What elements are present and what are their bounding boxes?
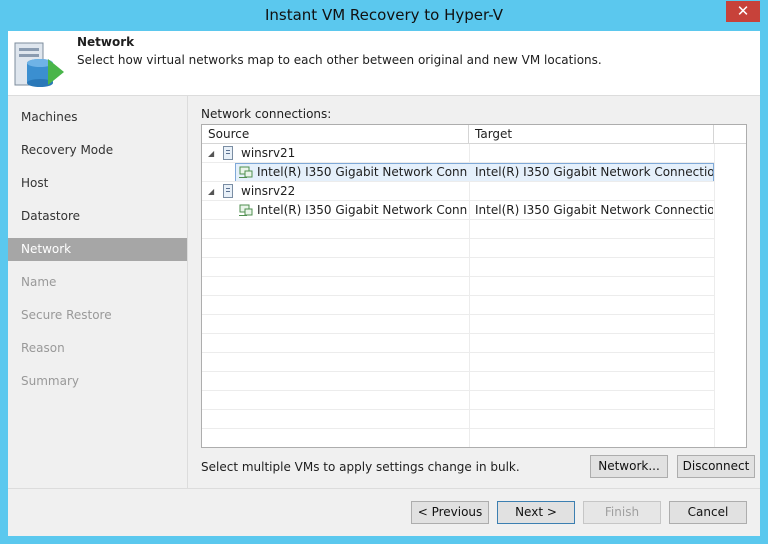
empty-row xyxy=(202,353,714,372)
network-adapter-icon xyxy=(239,204,253,216)
step-reason: Reason xyxy=(21,341,65,355)
empty-row xyxy=(202,372,714,391)
vm-row[interactable]: ◢ winsrv22 xyxy=(202,182,714,201)
triangle-down-icon[interactable]: ◢ xyxy=(208,144,214,163)
bulk-hint: Select multiple VMs to apply settings ch… xyxy=(201,460,520,474)
grid-body: ◢ winsrv21 Intel(R) I350 Gigabit Network… xyxy=(202,144,746,447)
adapter-row[interactable]: Intel(R) I350 Gigabit Network Connect...… xyxy=(202,201,714,220)
disconnect-button[interactable]: Disconnect xyxy=(677,455,755,478)
step-summary: Summary xyxy=(21,374,79,388)
network-connections-grid[interactable]: Source Target ◢ winsrv21 Intel(R) I350 G… xyxy=(201,124,747,448)
empty-row xyxy=(202,429,714,447)
adapter-row[interactable]: Intel(R) I350 Gigabit Network Connect...… xyxy=(202,163,714,182)
dialog-client: Network Select how virtual networks map … xyxy=(8,31,760,536)
empty-row xyxy=(202,296,714,315)
wizard-steps: Machines Recovery Mode Host Datastore Ne… xyxy=(8,96,188,488)
close-icon: ✕ xyxy=(736,2,750,20)
step-host[interactable]: Host xyxy=(8,172,187,195)
window-title: Instant VM Recovery to Hyper-V xyxy=(264,6,503,24)
network-adapter-icon xyxy=(239,166,253,178)
step-datastore[interactable]: Datastore xyxy=(8,205,187,228)
adapter-source: Intel(R) I350 Gigabit Network Connect... xyxy=(257,203,467,217)
adapter-target: Intel(R) I350 Gigabit Network Connection… xyxy=(475,165,713,179)
database-restore-icon xyxy=(14,42,64,87)
step-name: Name xyxy=(21,275,57,289)
cancel-button[interactable]: Cancel xyxy=(669,501,747,524)
empty-row xyxy=(202,220,714,239)
column-header-source[interactable]: Source xyxy=(202,125,469,144)
empty-row xyxy=(202,391,714,410)
triangle-down-icon[interactable]: ◢ xyxy=(208,182,214,201)
adapter-source: Intel(R) I350 Gigabit Network Connect... xyxy=(257,165,467,179)
vm-name: winsrv22 xyxy=(241,184,296,198)
network-page: Network connections: Source Target ◢ win… xyxy=(188,96,760,488)
step-secure-restore: Secure Restore xyxy=(21,308,112,322)
header-description: Select how virtual networks map to each … xyxy=(77,53,602,67)
dialog-window: Instant VM Recovery to Hyper-V ✕ Network… xyxy=(0,0,768,544)
header-title: Network xyxy=(77,35,135,49)
server-icon xyxy=(223,184,233,198)
network-button[interactable]: Network... xyxy=(590,455,668,478)
server-icon xyxy=(223,146,233,160)
next-button[interactable]: Next > xyxy=(497,501,575,524)
step-recovery-mode[interactable]: Recovery Mode xyxy=(8,139,187,162)
previous-button[interactable]: < Previous xyxy=(411,501,489,524)
empty-row xyxy=(202,239,714,258)
empty-row xyxy=(202,334,714,353)
close-button[interactable]: ✕ xyxy=(726,1,760,22)
wizard-footer: < Previous Next > Finish Cancel xyxy=(8,488,760,536)
column-divider xyxy=(714,144,715,447)
step-network[interactable]: Network xyxy=(8,238,187,261)
finish-button: Finish xyxy=(583,501,661,524)
empty-row xyxy=(202,258,714,277)
vm-row[interactable]: ◢ winsrv21 xyxy=(202,144,714,163)
network-connections-label: Network connections: xyxy=(201,107,332,121)
wizard-header: Network Select how virtual networks map … xyxy=(8,31,760,96)
empty-row xyxy=(202,315,714,334)
column-header-target[interactable]: Target xyxy=(469,125,714,144)
grid-header: Source Target xyxy=(202,125,746,144)
step-machines[interactable]: Machines xyxy=(8,106,187,129)
title-bar[interactable]: Instant VM Recovery to Hyper-V ✕ xyxy=(0,0,768,31)
empty-row xyxy=(202,277,714,296)
adapter-target: Intel(R) I350 Gigabit Network Connection… xyxy=(475,203,713,217)
vm-name: winsrv21 xyxy=(241,146,296,160)
empty-row xyxy=(202,410,714,429)
